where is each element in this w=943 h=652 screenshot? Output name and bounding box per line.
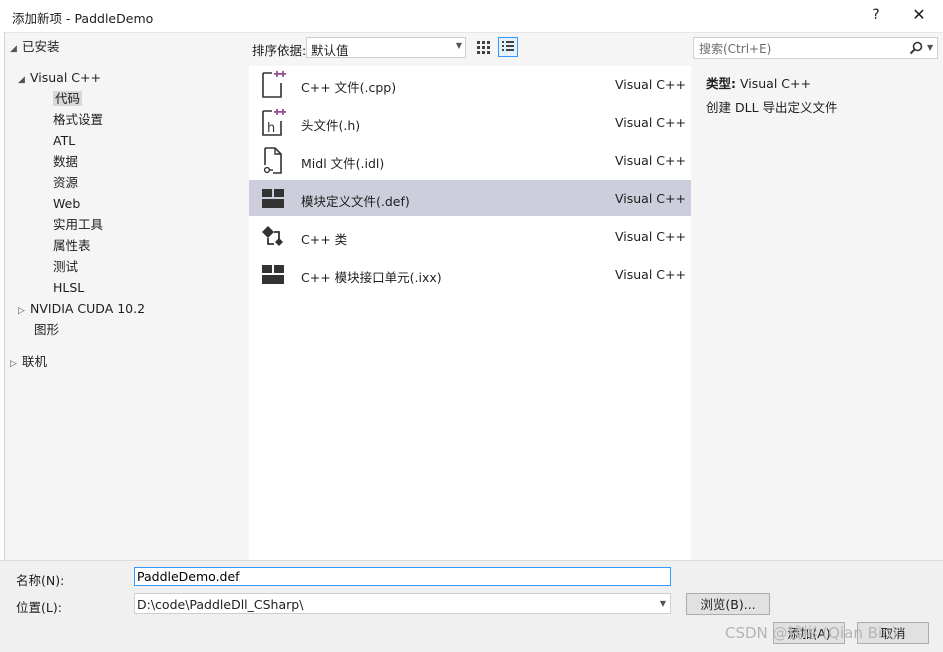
- tree-label: 已安装: [22, 39, 60, 54]
- cpp-class-icon: [259, 221, 287, 251]
- tree-label: 属性表: [53, 238, 91, 253]
- template-name: 模块定义文件(.def): [301, 194, 410, 209]
- collapse-arrow-icon[interactable]: ◢: [10, 39, 22, 59]
- template-row[interactable]: C++ 文件(.cpp) Visual C++: [249, 66, 691, 102]
- template-type: Visual C++: [615, 191, 686, 206]
- tree-item-online[interactable]: ▷ 联机: [10, 352, 47, 372]
- tree-label: HLSL: [53, 280, 85, 295]
- chevron-down-icon[interactable]: ▼: [660, 599, 666, 608]
- svg-text:h: h: [267, 121, 275, 136]
- window-title: 添加新项 - PaddleDemo: [12, 11, 154, 26]
- template-name: Midl 文件(.idl): [301, 156, 385, 171]
- tree-label: 代码: [53, 91, 83, 106]
- tree-label: 测试: [53, 259, 79, 274]
- chevron-down-icon[interactable]: ▼: [927, 43, 933, 52]
- tree-item-resources[interactable]: 资源: [53, 173, 78, 193]
- template-type: Visual C++: [615, 267, 686, 282]
- title-bar: 添加新项 - PaddleDemo ? ✕: [0, 0, 943, 33]
- tree-item-property-sheets[interactable]: 属性表: [53, 236, 91, 256]
- template-type: Visual C++: [615, 153, 686, 168]
- watermark: CSDN @钱彬 (Qian Bin): [725, 624, 898, 642]
- template-row-selected[interactable]: 模块定义文件(.def) Visual C++: [249, 180, 691, 216]
- template-type: Visual C++: [615, 115, 686, 130]
- tree-label: 图形: [34, 322, 60, 337]
- search-icon[interactable]: [908, 40, 924, 56]
- template-row[interactable]: Midl 文件(.idl) Visual C++: [249, 142, 691, 178]
- details-pane: 类型: Visual C++ 创建 DLL 导出定义文件: [693, 66, 943, 560]
- template-row[interactable]: C++ 类 Visual C++: [249, 218, 691, 254]
- template-type: Visual C++: [615, 229, 686, 244]
- list-view-icon[interactable]: [498, 37, 518, 57]
- template-name: C++ 文件(.cpp): [301, 80, 397, 95]
- tree-label: Web: [53, 196, 81, 211]
- module-def-icon: [259, 183, 287, 213]
- cpp-file-icon: [259, 69, 287, 99]
- template-name: C++ 模块接口单元(.ixx): [301, 270, 442, 285]
- location-select[interactable]: D:\code\PaddleDll_CSharp\ ▼: [134, 593, 671, 614]
- idl-file-icon: [259, 145, 287, 175]
- tree-item-web[interactable]: Web: [53, 194, 80, 214]
- collapse-arrow-icon[interactable]: ◢: [18, 70, 30, 90]
- template-name: C++ 类: [301, 232, 348, 247]
- sort-select[interactable]: 默认值 ▼: [306, 37, 466, 58]
- tree-label: 格式设置: [53, 112, 104, 127]
- tree-item-code[interactable]: 代码: [53, 89, 83, 109]
- location-label: 位置(L):: [16, 600, 62, 615]
- details-description: 创建 DLL 导出定义文件: [706, 100, 838, 115]
- tree-item-atl[interactable]: ATL: [53, 131, 75, 151]
- details-type-line: 类型: Visual C++: [706, 73, 811, 92]
- tree-item-data[interactable]: 数据: [53, 152, 78, 172]
- search-box[interactable]: ▼: [693, 37, 938, 59]
- header-file-icon: h: [259, 107, 287, 137]
- tree-label: ATL: [53, 133, 76, 148]
- tree-item-utility[interactable]: 实用工具: [53, 215, 103, 235]
- template-row[interactable]: h 头文件(.h) Visual C++: [249, 104, 691, 140]
- tree-label: Visual C++: [30, 70, 101, 85]
- sort-label: 排序依据:: [252, 43, 307, 58]
- browse-button[interactable]: 浏览(B)...: [686, 593, 770, 615]
- tree-label: 资源: [53, 175, 79, 190]
- sort-value: 默认值: [311, 43, 349, 58]
- details-type-label: 类型:: [706, 76, 736, 91]
- template-row[interactable]: C++ 模块接口单元(.ixx) Visual C++: [249, 256, 691, 292]
- template-name: 头文件(.h): [301, 118, 361, 133]
- chevron-down-icon: ▼: [455, 41, 462, 50]
- tree-item-hlsl[interactable]: HLSL: [53, 278, 84, 298]
- tree-item-formatting[interactable]: 格式设置: [53, 110, 103, 130]
- close-button[interactable]: ✕: [906, 4, 932, 26]
- expand-arrow-icon[interactable]: ▷: [18, 301, 30, 321]
- name-input[interactable]: [134, 567, 671, 586]
- grid-view-icon[interactable]: [474, 38, 494, 58]
- name-label: 名称(N):: [16, 573, 65, 588]
- module-interface-icon: [259, 259, 287, 289]
- tree-item-nvidia-cuda[interactable]: ▷ NVIDIA CUDA 10.2: [18, 299, 145, 319]
- tree-label: 联机: [22, 354, 48, 369]
- tree-label: NVIDIA CUDA 10.2: [30, 301, 146, 316]
- details-type-value: Visual C++: [739, 76, 811, 91]
- tree-label: 实用工具: [53, 217, 104, 232]
- search-input[interactable]: [697, 40, 906, 58]
- template-list: C++ 文件(.cpp) Visual C++ h 头文件(.h) Visual…: [249, 66, 691, 560]
- tree-label: 数据: [53, 154, 79, 169]
- tree-item-graphics[interactable]: 图形: [34, 320, 59, 340]
- expand-arrow-icon[interactable]: ▷: [10, 354, 22, 374]
- template-type: Visual C++: [615, 77, 686, 92]
- location-value: D:\code\PaddleDll_CSharp\: [137, 597, 304, 612]
- category-tree: ◢ 已安装 ◢ Visual C++ 代码 格式设置 ATL 数据 资源 Web 实…: [5, 32, 248, 560]
- help-button[interactable]: ?: [866, 4, 886, 26]
- tree-item-test[interactable]: 测试: [53, 257, 78, 277]
- tree-item-visual-cpp[interactable]: ◢ Visual C++: [18, 68, 101, 88]
- tree-item-installed[interactable]: ◢ 已安装: [10, 37, 60, 57]
